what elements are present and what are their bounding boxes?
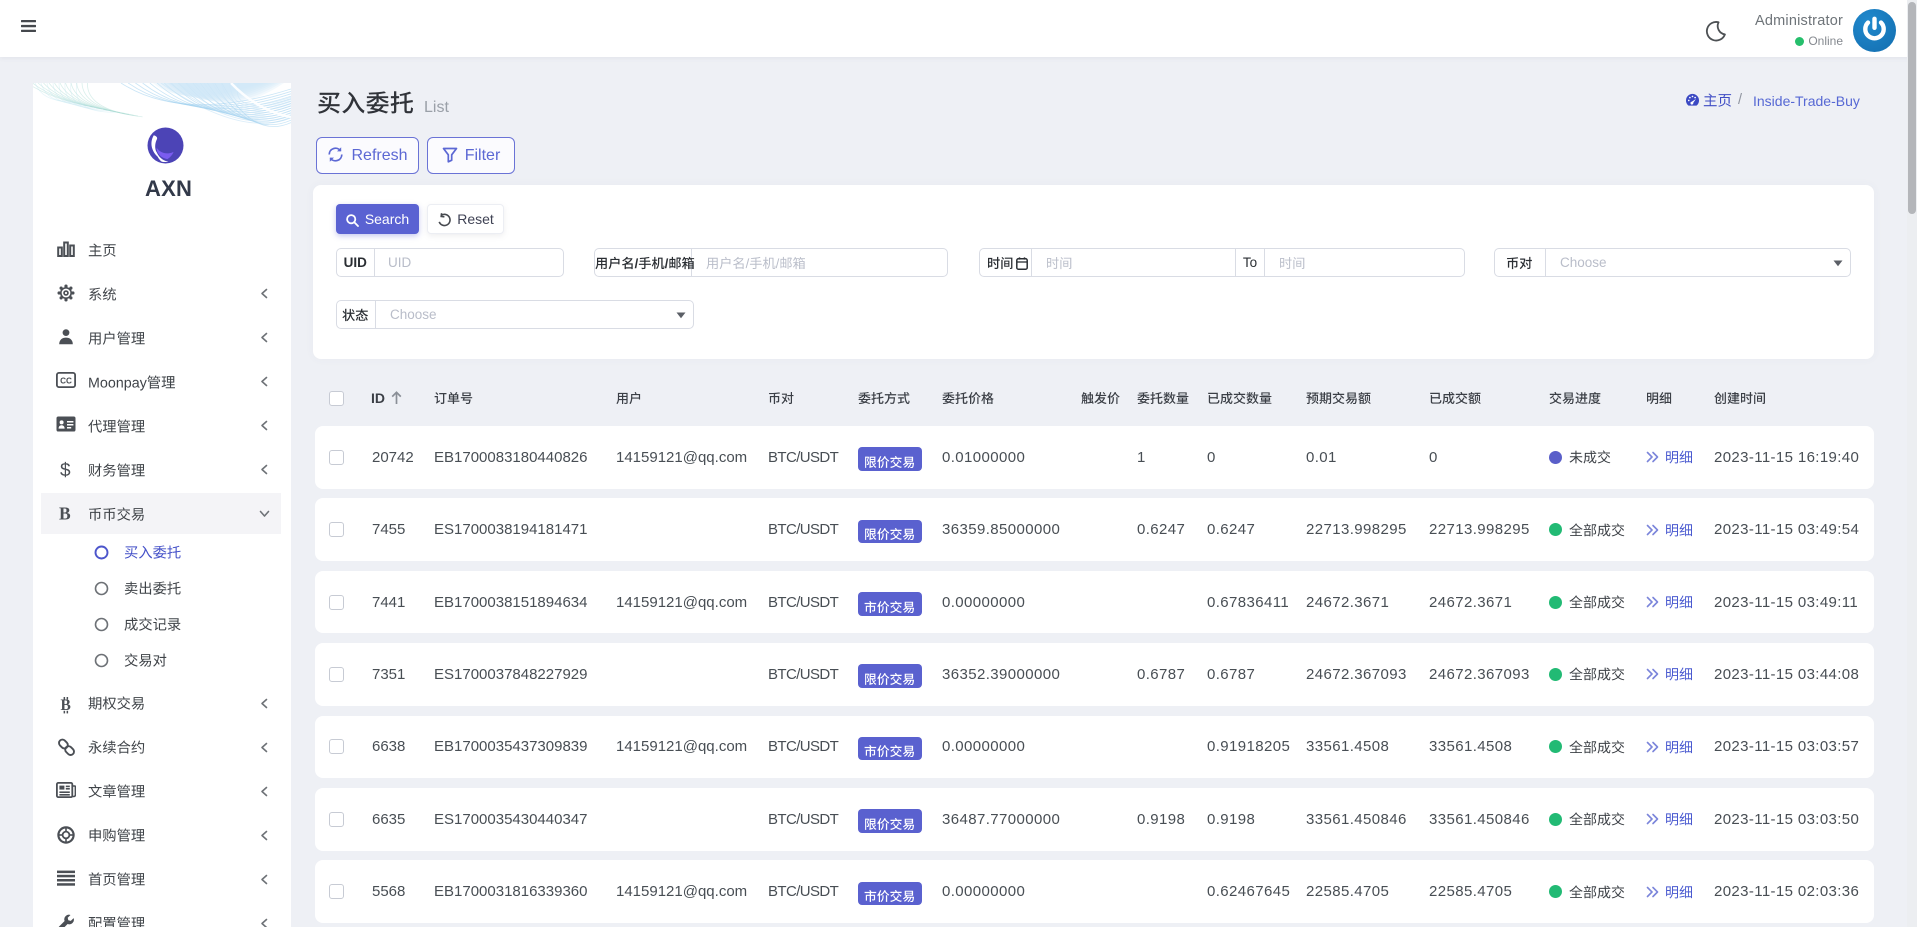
- svg-text:B: B: [59, 504, 71, 523]
- svg-text:CC: CC: [60, 376, 72, 385]
- svg-text:B: B: [60, 697, 70, 714]
